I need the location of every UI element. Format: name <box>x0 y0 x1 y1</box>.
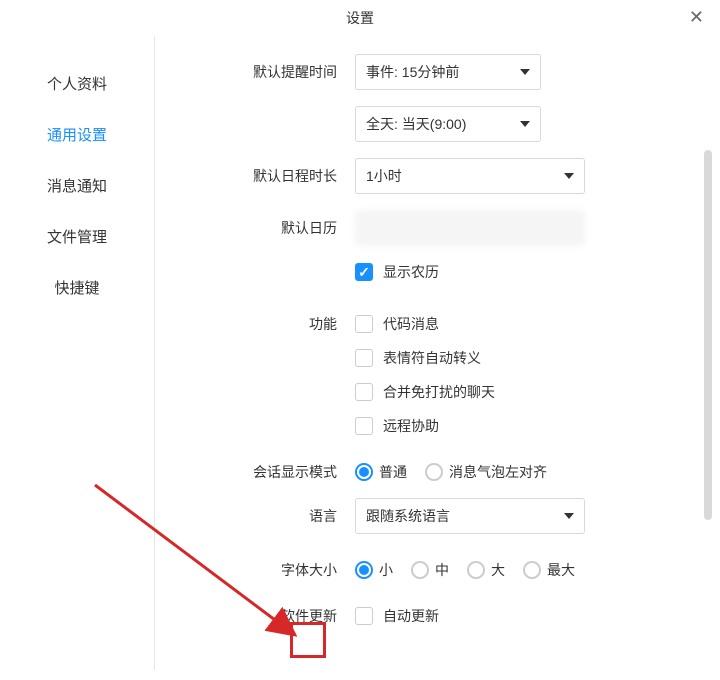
duration-value: 1小时 <box>366 166 402 186</box>
emoji-escape-checkbox[interactable] <box>355 349 373 367</box>
conversation-left-label: 消息气泡左对齐 <box>449 462 547 482</box>
remote-assist-checkbox[interactable] <box>355 417 373 435</box>
sidebar-item-notification[interactable]: 消息通知 <box>0 160 154 211</box>
sidebar-item-general[interactable]: 通用设置 <box>0 109 154 160</box>
scrollbar[interactable] <box>704 150 712 520</box>
language-label: 语言 <box>155 506 355 526</box>
sidebar-item-profile[interactable]: 个人资料 <box>0 58 154 109</box>
sidebar-item-file[interactable]: 文件管理 <box>0 211 154 262</box>
chevron-down-icon <box>564 173 574 179</box>
font-small-label: 小 <box>379 560 393 580</box>
reminder-allday-select[interactable]: 全天: 当天(9:00) <box>355 106 541 142</box>
conversation-left-radio[interactable]: 消息气泡左对齐 <box>425 462 547 482</box>
function-label: 功能 <box>155 314 355 334</box>
duration-select[interactable]: 1小时 <box>355 158 585 194</box>
font-size-label: 字体大小 <box>155 560 355 580</box>
auto-update-checkbox[interactable] <box>355 607 373 625</box>
font-max-radio[interactable]: 最大 <box>523 560 575 580</box>
radio-icon <box>355 463 373 481</box>
emoji-escape-label: 表情符自动转义 <box>383 348 481 368</box>
radio-icon <box>523 561 541 579</box>
font-large-radio[interactable]: 大 <box>467 560 505 580</box>
font-medium-radio[interactable]: 中 <box>411 560 449 580</box>
content-panel: 默认提醒时间 事件: 15分钟前 全天: 当天(9:00) 默认日程时长 1小时… <box>155 36 720 670</box>
remote-assist-label: 远程协助 <box>383 416 439 436</box>
language-value: 跟随系统语言 <box>366 506 450 526</box>
code-message-label: 代码消息 <box>383 314 439 334</box>
chevron-down-icon <box>564 513 574 519</box>
radio-icon <box>355 561 373 579</box>
chevron-down-icon <box>520 121 530 127</box>
font-large-label: 大 <box>491 560 505 580</box>
sidebar: 个人资料 通用设置 消息通知 文件管理 快捷键 <box>0 36 155 670</box>
reminder-event-select[interactable]: 事件: 15分钟前 <box>355 54 541 90</box>
sidebar-item-shortcut[interactable]: 快捷键 <box>0 262 154 313</box>
software-update-label: 软件更新 <box>155 606 355 626</box>
lunar-checkbox[interactable]: ✓ <box>355 263 373 281</box>
close-icon[interactable]: ✕ <box>689 8 704 26</box>
radio-icon <box>425 463 443 481</box>
reminder-event-value: 事件: 15分钟前 <box>366 62 459 82</box>
default-calendar-field[interactable] <box>355 210 585 246</box>
page-title: 设置 <box>346 8 374 28</box>
conversation-mode-label: 会话显示模式 <box>155 462 355 482</box>
reminder-allday-value: 全天: 当天(9:00) <box>366 114 466 134</box>
lunar-label: 显示农历 <box>383 262 439 282</box>
chevron-down-icon <box>520 69 530 75</box>
language-select[interactable]: 跟随系统语言 <box>355 498 585 534</box>
conversation-normal-label: 普通 <box>379 462 407 482</box>
radio-icon <box>467 561 485 579</box>
font-small-radio[interactable]: 小 <box>355 560 393 580</box>
radio-icon <box>411 561 429 579</box>
conversation-normal-radio[interactable]: 普通 <box>355 462 407 482</box>
duration-label: 默认日程时长 <box>155 166 355 186</box>
auto-update-label: 自动更新 <box>383 606 439 626</box>
merge-dnd-checkbox[interactable] <box>355 383 373 401</box>
code-message-checkbox[interactable] <box>355 315 373 333</box>
reminder-label: 默认提醒时间 <box>155 62 355 82</box>
font-max-label: 最大 <box>547 560 575 580</box>
merge-dnd-label: 合并免打扰的聊天 <box>383 382 495 402</box>
font-medium-label: 中 <box>435 560 449 580</box>
default-calendar-label: 默认日历 <box>155 218 355 238</box>
